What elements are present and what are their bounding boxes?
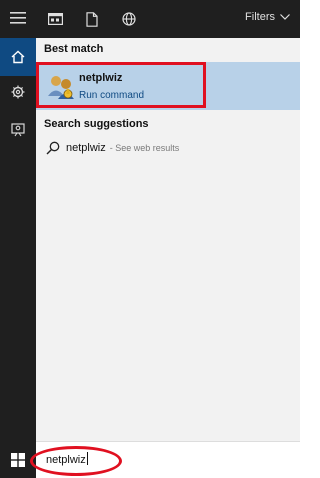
home-icon	[11, 50, 25, 64]
apps-icon	[47, 13, 63, 25]
left-rail	[0, 0, 36, 478]
text-caret	[86, 452, 88, 465]
hamburger-icon	[10, 12, 26, 24]
search-input-value: netplwiz	[46, 454, 86, 466]
best-match-name: netplwiz	[79, 72, 123, 84]
search-suggestions-heading: Search suggestions	[44, 118, 149, 130]
suggestion-hint: - See web results	[109, 143, 180, 153]
suggestion-text: netplwiz - See web results	[66, 142, 179, 154]
search-box[interactable]: netplwiz	[30, 441, 300, 478]
suggestion-query: netplwiz	[66, 142, 106, 154]
globe-icon	[122, 12, 136, 26]
best-match-type: Run command	[79, 90, 145, 101]
web-filter-button[interactable]	[121, 11, 137, 27]
search-suggestion-item[interactable]: netplwiz - See web results	[36, 136, 300, 162]
gear-icon	[11, 85, 25, 99]
best-match-heading: Best match	[44, 43, 104, 55]
chevron-down-icon	[280, 14, 290, 20]
search-results-panel: Best match netplwiz Run command Search s…	[36, 38, 300, 442]
hamburger-menu-button[interactable]	[0, 0, 36, 36]
settings-button[interactable]	[0, 72, 36, 112]
search-filter-bar: Filters	[36, 0, 300, 38]
feedback-button[interactable]	[0, 110, 36, 150]
windows-logo-icon	[11, 453, 25, 467]
search-icon	[46, 141, 60, 155]
feedback-icon	[11, 123, 25, 137]
filters-label: Filters	[245, 11, 275, 23]
document-icon	[86, 11, 98, 27]
documents-filter-button[interactable]	[84, 11, 100, 27]
home-button[interactable]	[0, 38, 36, 76]
search-input[interactable]: netplwiz	[46, 452, 88, 466]
filters-dropdown[interactable]: Filters	[245, 11, 290, 23]
apps-filter-button[interactable]	[47, 11, 63, 27]
users-app-icon	[48, 76, 74, 99]
